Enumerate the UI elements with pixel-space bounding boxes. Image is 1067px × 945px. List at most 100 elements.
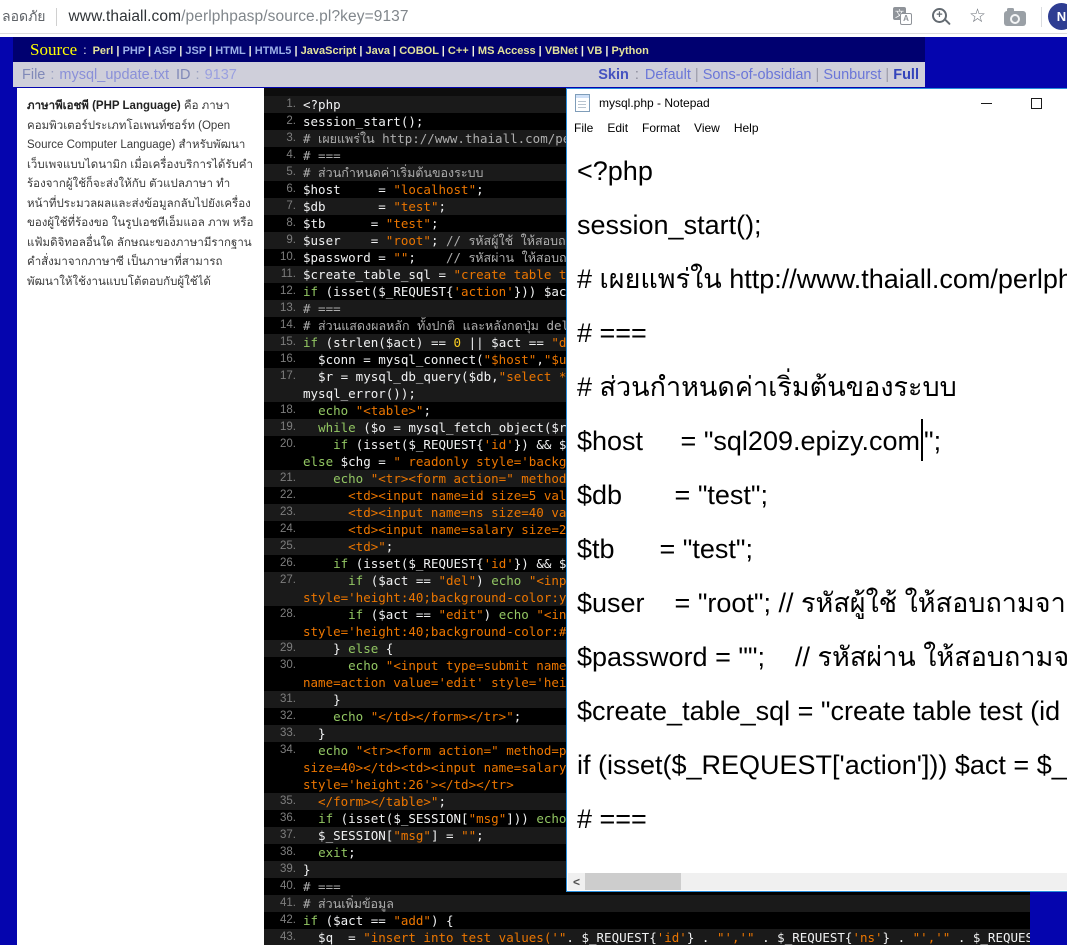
maximize-button[interactable] [1017,89,1055,117]
nav-link-asp[interactable]: ASP [154,45,176,57]
code-text: if ($act == "add") { [303,912,454,929]
translate-icon-glyph-a: A [900,13,912,25]
nav-link-vbnet[interactable]: VBNet [545,45,578,57]
notepad-line: $password = ""; // รหัสผ่าน ให้สอบถามจาก… [577,630,1067,684]
code-text: echo "</td></form></tr>"; [303,708,521,725]
minimize-button[interactable] [967,89,1005,117]
skin-link-default[interactable]: Default [645,67,691,83]
source-nav-bar: Source : Perl | PHP | ASP | JSP | HTML |… [13,37,925,62]
notepad-titlebar[interactable]: mysql.php - Notepad [567,89,1067,117]
sidebar-lead: ภาษาพีเอชพี (PHP Language) [27,100,181,112]
menu-file[interactable]: File [567,121,600,135]
code-text: <?php [303,96,341,113]
camera-icon[interactable] [1004,11,1026,26]
menu-edit[interactable]: Edit [600,121,635,135]
skin-link-sons-of-obsidian[interactable]: Sons-of-obsidian [703,67,812,83]
file-name-value: mysql_update.txt [59,67,169,83]
line-number: 10. [264,249,303,266]
code-text: $host = "localhost"; [303,181,484,198]
line-number: 2. [264,113,303,130]
nav-separator: | [356,45,365,57]
line-number [264,453,303,470]
skin-switcher: Skin : Default | Sons-of-obsidian | Sunb… [598,62,919,87]
nav-separator: | [113,45,122,57]
id-colon: : [196,67,200,83]
zoom-in-icon[interactable]: + [931,7,951,27]
line-number: 9. [264,232,303,249]
nav-link-vb[interactable]: VB [587,45,602,57]
file-bar: File : mysql_update.txt ID : 9137 Skin :… [13,62,925,87]
line-number: 11. [264,266,303,283]
nav-link-java[interactable]: Java [366,45,390,57]
skin-link-sunburst[interactable]: Sunburst [823,67,881,83]
line-number [264,759,303,776]
nav-link-html[interactable]: HTML [215,45,245,57]
nav-link-cobol[interactable]: COBOL [399,45,439,57]
profile-avatar[interactable]: N [1048,3,1067,30]
notepad-line: # === [577,792,1067,846]
nav-link-html5[interactable]: HTML5 [255,45,292,57]
line-number: 5. [264,164,303,181]
translate-icon[interactable]: 文 A [893,7,913,27]
line-number: 40. [264,878,303,895]
url-host: www.thaiall.com [69,8,182,25]
notepad-app-icon [575,94,590,112]
code-row: 42.if ($act == "add") { [264,912,1030,929]
nav-separator: | [578,45,587,57]
nav-link-perl[interactable]: Perl [93,45,114,57]
toolbar-divider [1041,7,1042,27]
line-number: 29. [264,640,303,657]
line-number [264,589,303,606]
maximize-icon [1031,98,1042,109]
nav-link-javascript[interactable]: JavaScript [301,45,357,57]
scroll-left-arrow[interactable]: < [568,873,585,890]
code-text: exit; [303,844,356,861]
source-colon: : [83,43,86,57]
code-text: } [303,861,311,878]
line-number: 4. [264,147,303,164]
text-caret [921,419,923,461]
notepad-menubar: FileEditFormatViewHelp [567,117,1067,139]
line-number: 36. [264,810,303,827]
screen: ลอดภัย www.thaiall.com/perlphpasp/source… [0,0,1067,945]
line-number [264,623,303,640]
nav-link-c-[interactable]: C++ [448,45,469,57]
line-number: 15. [264,334,303,351]
bookmark-star-icon[interactable]: ☆ [969,7,986,27]
menu-view[interactable]: View [687,121,727,135]
address-url[interactable]: www.thaiall.com/perlphpasp/source.pl?key… [69,8,409,26]
horizontal-scrollbar[interactable]: < [568,873,1067,890]
line-number: 22. [264,487,303,504]
skin-colon: : [635,67,639,83]
scrollbar-thumb[interactable] [585,873,681,890]
notepad-content[interactable]: <?phpsession_start();# เผยแพร่ใน http://… [568,140,1067,857]
nav-link-jsp[interactable]: JSP [185,45,206,57]
page-title: Source [30,40,77,60]
code-text: mysql_error()); [303,385,416,402]
line-number [264,385,303,402]
notepad-line: $user = "root"; // รหัสผู้ใช้ ให้สอบถามจ… [577,576,1067,630]
nav-link-python[interactable]: Python [612,45,649,57]
line-number: 24. [264,521,303,538]
menu-format[interactable]: Format [635,121,687,135]
code-row: 43. $q = "insert into test values('". $_… [264,929,1030,945]
id-label: ID [176,67,191,83]
browser-address-bar[interactable]: ลอดภัย www.thaiall.com/perlphpasp/source… [0,0,1067,34]
line-number: 26. [264,555,303,572]
line-number: 8. [264,215,303,232]
notepad-window: mysql.php - Notepad FileEditFormatViewHe… [566,88,1067,892]
zoom-handle [944,18,951,25]
line-number: 39. [264,861,303,878]
code-text: # === [303,147,341,164]
menu-help[interactable]: Help [727,121,766,135]
notepad-line: $tb = "test"; [577,522,1067,576]
nav-link-php[interactable]: PHP [123,45,145,57]
line-number: 27. [264,572,303,589]
skin-separator: | [812,67,824,83]
line-number: 43. [264,929,303,945]
nav-link-ms-access[interactable]: MS Access [478,45,536,57]
skin-link-full[interactable]: Full [893,67,919,83]
code-text: } [303,691,341,708]
notepad-line: $host = "sql209.epizy.com"; [577,414,1067,468]
nav-separator: | [469,45,478,57]
